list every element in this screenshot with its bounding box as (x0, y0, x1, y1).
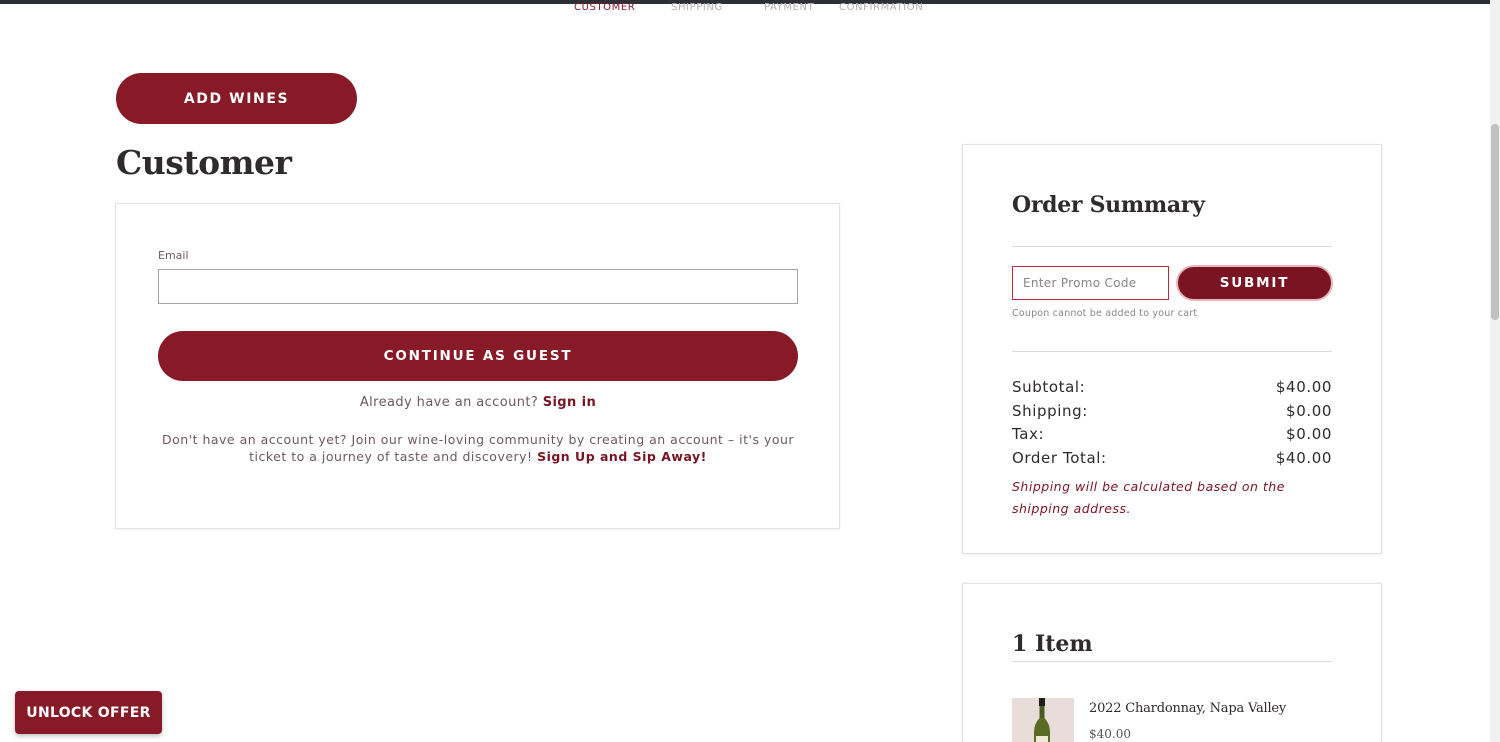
order-total-row: Order Total: $40.00 (1012, 447, 1332, 471)
summary-divider (1012, 246, 1332, 247)
promo-code-input[interactable]: Enter Promo Code (1012, 266, 1169, 300)
customer-card: Email CONTINUE AS GUEST Already have an … (115, 203, 840, 529)
coupon-error-note: Coupon cannot be added to your cart (1012, 308, 1198, 319)
sign-in-prompt: Already have an account? Sign in (158, 395, 798, 410)
order-summary-title: Order Summary (1012, 192, 1205, 218)
order-totals: Subtotal: $40.00 Shipping: $0.00 Tax: $0… (1012, 376, 1332, 470)
order-total-value: $40.00 (1275, 448, 1332, 467)
step-confirmation: CONFIRMATION (839, 2, 924, 13)
page-title: Customer (116, 143, 292, 182)
signup-link[interactable]: Sign Up and Sip Away! (537, 449, 707, 464)
shipping-label: Shipping: (1012, 401, 1088, 420)
shipping-calculation-note: Shipping will be calculated based on the… (1012, 479, 1285, 516)
add-wines-button[interactable]: ADD WINES (116, 73, 357, 124)
items-divider (1012, 661, 1332, 662)
email-field[interactable] (158, 269, 798, 304)
order-summary-card: Order Summary Enter Promo Code SUBMIT Co… (962, 144, 1382, 554)
unlock-offer-button[interactable]: UNLOCK OFFER (15, 691, 162, 734)
tax-value: $0.00 (1286, 425, 1332, 443)
subtotal-label: Subtotal: (1012, 378, 1086, 396)
step-shipping: SHIPPING (671, 2, 723, 13)
step-customer[interactable]: CUSTOMER (574, 2, 635, 14)
subtotal-value: $40.00 (1275, 378, 1332, 396)
cart-items-card: 1 Item 2022 Chardonnay, Napa Valley $40.… (962, 583, 1382, 742)
scrollbar-thumb[interactable] (1491, 124, 1499, 320)
page-scrollbar[interactable] (1490, 0, 1500, 742)
step-payment: PAYMENT (764, 2, 815, 13)
tax-row: Tax: $0.00 (1012, 423, 1332, 447)
order-total-label: Order Total: (1012, 448, 1107, 467)
have-account-text: Already have an account? (359, 395, 539, 410)
summary-divider (1012, 351, 1332, 352)
shipping-row: Shipping: $0.00 (1012, 400, 1332, 424)
checkout-steps: CUSTOMER SHIPPING PAYMENT CONFIRMATION (0, 2, 1490, 16)
continue-as-guest-button[interactable]: CONTINUE AS GUEST (158, 331, 798, 381)
item-count-title: 1 Item (1012, 631, 1093, 657)
wine-bottle-image (1012, 698, 1074, 742)
email-label: Email (158, 249, 189, 262)
signup-prompt: Don't have an account yet? Join our wine… (158, 431, 798, 465)
product-name[interactable]: 2022 Chardonnay, Napa Valley (1089, 701, 1286, 716)
sign-in-link[interactable]: Sign in (543, 395, 596, 410)
product-price: $40.00 (1089, 727, 1131, 741)
promo-submit-button[interactable]: SUBMIT (1176, 265, 1333, 301)
shipping-value: $0.00 (1286, 401, 1332, 420)
tax-label: Tax: (1012, 425, 1045, 443)
subtotal-row: Subtotal: $40.00 (1012, 376, 1332, 400)
